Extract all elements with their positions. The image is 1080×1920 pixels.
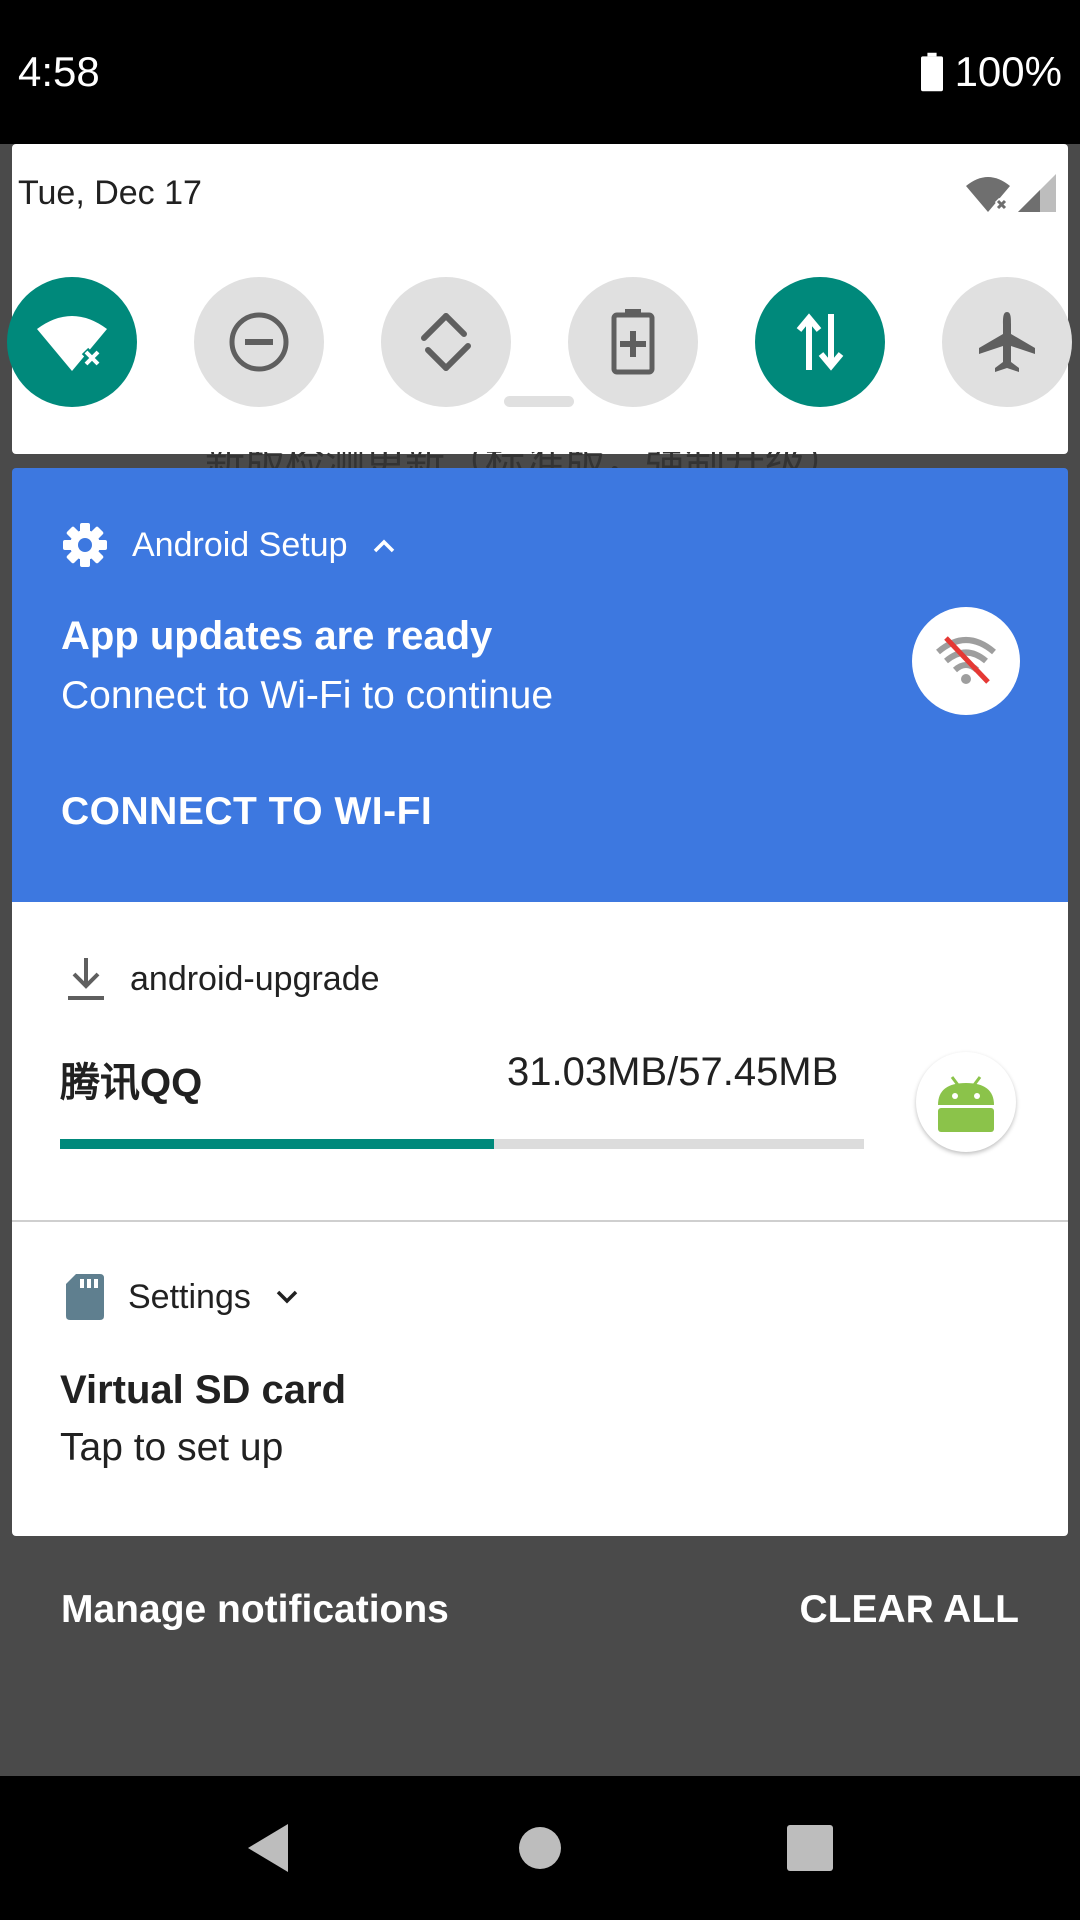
manage-notifications-button[interactable]: Manage notifications: [61, 1588, 449, 1632]
do-not-disturb-icon: [229, 312, 289, 372]
connect-to-wifi-button[interactable]: CONNECT TO WI-FI: [61, 790, 432, 834]
qs-expand-handle[interactable]: [504, 396, 574, 407]
app-avatar: [916, 1052, 1016, 1152]
status-right: 100%: [920, 48, 1062, 96]
mobile-data-icon: [796, 313, 844, 371]
notification-text: Tap to set up: [60, 1426, 284, 1469]
back-button[interactable]: [208, 1776, 328, 1920]
notification-settings[interactable]: Settings Virtual SD card Tap to set up: [12, 1222, 1068, 1536]
notification-title: App updates are ready: [61, 614, 493, 658]
notification-app-name: Android Setup: [132, 525, 348, 564]
qs-tile-wifi[interactable]: [7, 277, 137, 407]
quick-settings-panel: Tue, Dec 17: [7, 144, 1072, 454]
sd-card-icon: [66, 1274, 104, 1320]
qs-tiles-row: [7, 277, 1073, 407]
wifi-off-badge: [912, 607, 1020, 715]
wifi-off-icon: [37, 316, 107, 371]
download-app-name: 腾讯QQ: [60, 1061, 203, 1105]
download-size: 31.03MB/57.45MB: [507, 1050, 839, 1094]
qs-tile-battery-saver[interactable]: [568, 277, 698, 407]
recents-button[interactable]: [750, 1776, 870, 1920]
download-progress-fill: [60, 1139, 495, 1149]
auto-rotate-icon: [421, 313, 471, 371]
qs-date[interactable]: Tue, Dec 17: [18, 174, 202, 213]
status-bar: 4:58 100%: [0, 0, 1080, 144]
android-robot-icon: [938, 1076, 994, 1132]
notification-text: Connect to Wi-Fi to continue: [61, 674, 554, 717]
battery-saver-icon: [611, 309, 655, 375]
download-icon: [68, 958, 104, 1000]
chevron-up-icon[interactable]: [372, 536, 396, 554]
notification-title: Virtual SD card: [60, 1368, 347, 1412]
recents-icon: [787, 1825, 833, 1871]
qs-signal-icons: [964, 174, 1058, 214]
wifi-off-icon: [966, 177, 1010, 212]
notification-app-name: Settings: [128, 1277, 251, 1316]
home-button[interactable]: [480, 1776, 600, 1920]
home-icon: [519, 1827, 561, 1869]
cell-signal-icon: [1018, 174, 1056, 212]
qs-tile-airplane-mode[interactable]: [942, 277, 1072, 407]
airplane-mode-icon: [979, 312, 1035, 372]
navigation-bar: [0, 1776, 1080, 1920]
clear-all-button[interactable]: CLEAR ALL: [799, 1588, 1019, 1632]
notification-header: android-upgrade: [68, 956, 380, 1002]
qs-tile-do-not-disturb[interactable]: [194, 277, 324, 407]
notification-android-setup[interactable]: Android Setup App updates are ready Conn…: [12, 468, 1068, 902]
gear-icon: [63, 523, 107, 567]
back-icon: [248, 1824, 288, 1872]
notification-app-name: android-upgrade: [130, 959, 380, 998]
chevron-down-icon[interactable]: [275, 1288, 299, 1306]
notification-header: Settings: [66, 1274, 299, 1320]
status-time: 4:58: [18, 48, 100, 95]
battery-percent: 100%: [954, 48, 1062, 95]
notification-header: Android Setup: [62, 522, 396, 568]
qs-tile-mobile-data[interactable]: [755, 277, 885, 407]
download-progress-bar: [60, 1139, 864, 1149]
notification-android-upgrade[interactable]: android-upgrade 腾讯QQ 31.03MB/57.45MB: [12, 902, 1068, 1220]
battery-icon: [920, 52, 943, 92]
qs-tile-auto-rotate[interactable]: [381, 277, 511, 407]
wifi-off-icon: [936, 636, 996, 684]
